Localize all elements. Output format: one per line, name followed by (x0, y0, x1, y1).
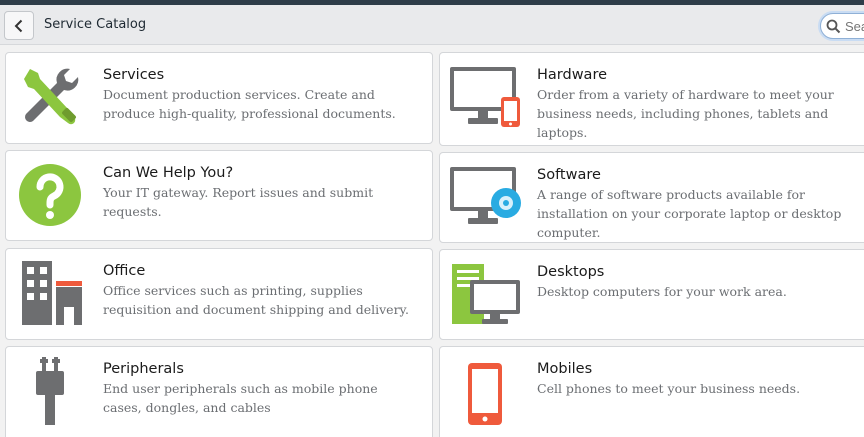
search-icon (826, 19, 841, 34)
card-title: Hardware (537, 67, 608, 83)
tools-icon (24, 68, 79, 125)
card-description: Order from a variety of hardware to meet… (537, 87, 834, 140)
header-bar: Service Catalog (0, 5, 864, 45)
card-description: Office services such as printing, suppli… (103, 283, 409, 317)
card-title: Services (103, 67, 165, 83)
plug-icon (36, 357, 64, 425)
page-title: Service Catalog (44, 17, 147, 32)
chevron-left-icon (14, 19, 23, 32)
monitor-phone-icon (450, 67, 520, 127)
building-icon (22, 261, 82, 325)
card-title: Office (103, 263, 146, 279)
card-description: Desktop computers for your work area. (537, 284, 787, 299)
category-card-desktops[interactable]: Desktops Desktop computers for your work… (439, 249, 864, 340)
search-box[interactable] (820, 13, 864, 39)
mobile-phone-icon (468, 363, 502, 425)
card-title: Peripherals (103, 361, 184, 377)
category-card-mobiles[interactable]: Mobiles Cell phones to meet your busines… (439, 346, 864, 437)
search-input[interactable] (845, 17, 864, 35)
category-card-office[interactable]: Office Office services such as printing,… (5, 248, 433, 340)
desktop-tower-icon (452, 264, 520, 324)
card-description: Your IT gateway. Report issues and submi… (103, 185, 374, 219)
category-card-can-we-help-you[interactable]: Can We Help You? Your IT gateway. Report… (5, 150, 433, 241)
category-card-services[interactable]: Services Document production services. C… (5, 52, 433, 144)
card-description: A range of software products available f… (537, 187, 842, 240)
category-card-hardware[interactable]: Hardware Order from a variety of hardwar… (439, 52, 864, 146)
card-description: Cell phones to meet your business needs. (537, 381, 801, 396)
card-title: Can We Help You? (103, 165, 234, 181)
card-title: Software (537, 167, 601, 183)
back-button[interactable] (4, 11, 34, 40)
card-title: Mobiles (537, 361, 593, 377)
card-title: Desktops (537, 264, 605, 280)
card-description: End user peripherals such as mobile phon… (103, 381, 378, 415)
monitor-disc-icon (450, 167, 521, 224)
category-card-peripherals[interactable]: Peripherals End user peripherals such as… (5, 346, 433, 437)
card-description: Document production services. Create and… (103, 87, 396, 121)
question-icon (19, 164, 81, 226)
category-card-software[interactable]: Software A range of software products av… (439, 152, 864, 243)
